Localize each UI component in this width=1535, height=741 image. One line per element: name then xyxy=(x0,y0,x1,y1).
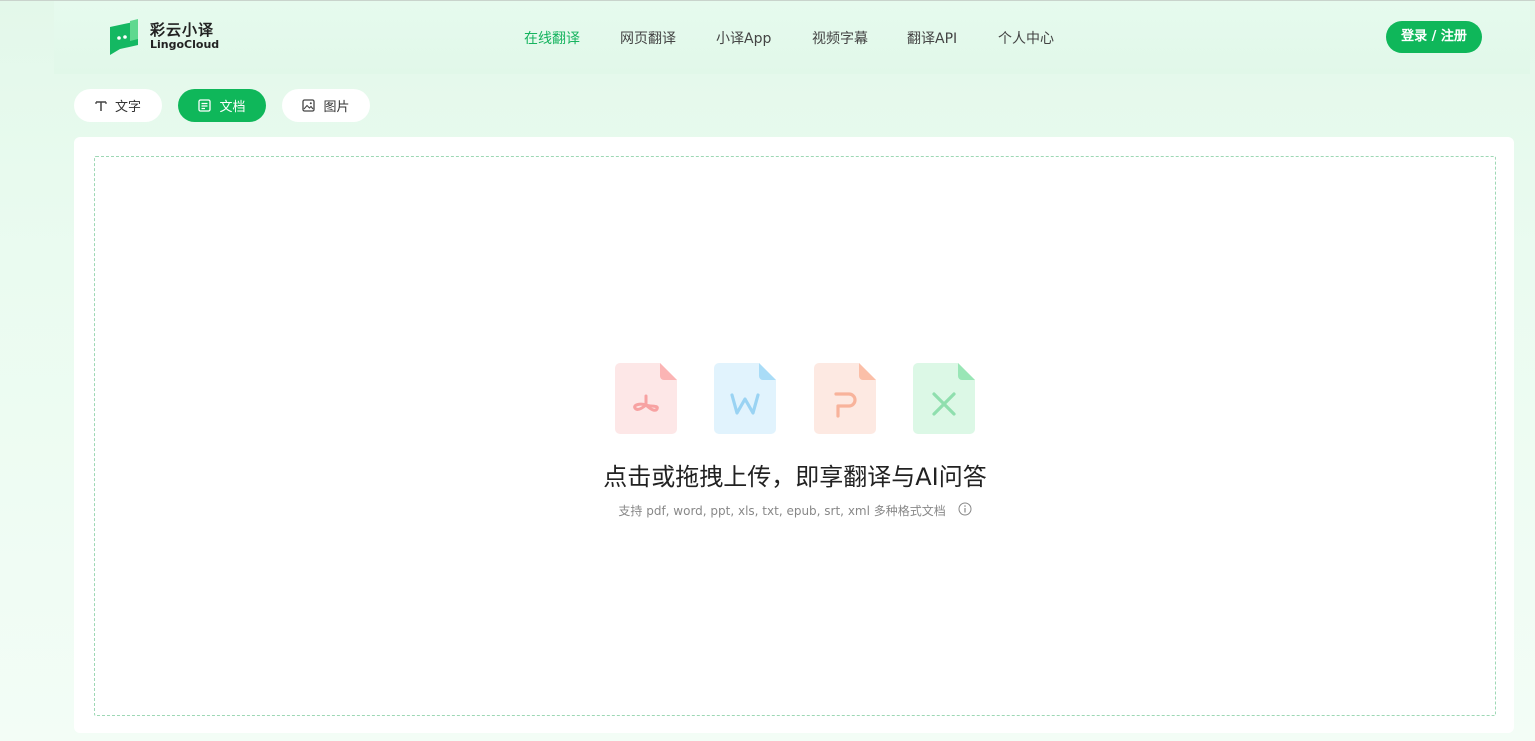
ppt-icon xyxy=(814,363,877,434)
excel-icon xyxy=(913,363,976,434)
supported-file-types xyxy=(615,363,977,435)
text-icon xyxy=(95,100,107,112)
login-register-button[interactable]: 登录 / 注册 xyxy=(1386,21,1482,53)
document-icon xyxy=(198,99,212,112)
info-icon[interactable] xyxy=(958,502,972,519)
word-icon xyxy=(714,363,777,434)
upload-dropzone[interactable]: 点击或拖拽上传，即享翻译与AI问答 支持 pdf, word, ppt, xls… xyxy=(94,156,1496,716)
tab-image-label: 图片 xyxy=(323,100,350,115)
document-upload-panel: 点击或拖拽上传，即享翻译与AI问答 支持 pdf, word, ppt, xls… xyxy=(74,137,1514,733)
upload-title: 点击或拖拽上传，即享翻译与AI问答 xyxy=(603,463,987,491)
tab-document[interactable]: 文档 xyxy=(178,89,266,122)
supported-formats-text: 支持 pdf, word, ppt, xls, txt, epub, srt, … xyxy=(618,504,946,518)
pdf-icon xyxy=(615,363,678,434)
nav-item-web-translate[interactable]: 网页翻译 xyxy=(620,28,676,48)
tab-text[interactable]: 文字 xyxy=(74,89,162,122)
nav-item-online-translate[interactable]: 在线翻译 xyxy=(524,28,580,48)
nav-item-video-subtitles[interactable]: 视频字幕 xyxy=(812,28,868,48)
image-icon xyxy=(302,99,316,112)
upload-subtitle: 支持 pdf, word, ppt, xls, txt, epub, srt, … xyxy=(95,502,1495,519)
tab-text-label: 文字 xyxy=(114,100,141,115)
tab-document-label: 文档 xyxy=(219,100,246,115)
nav-item-personal-center[interactable]: 个人中心 xyxy=(998,28,1054,48)
tab-image[interactable]: 图片 xyxy=(282,89,370,122)
nav-item-app[interactable]: 小译App xyxy=(716,28,771,48)
main-nav: 在线翻译 网页翻译 小译App 视频字幕 翻译API 个人中心 xyxy=(0,28,1535,48)
nav-item-api[interactable]: 翻译API xyxy=(907,28,957,48)
